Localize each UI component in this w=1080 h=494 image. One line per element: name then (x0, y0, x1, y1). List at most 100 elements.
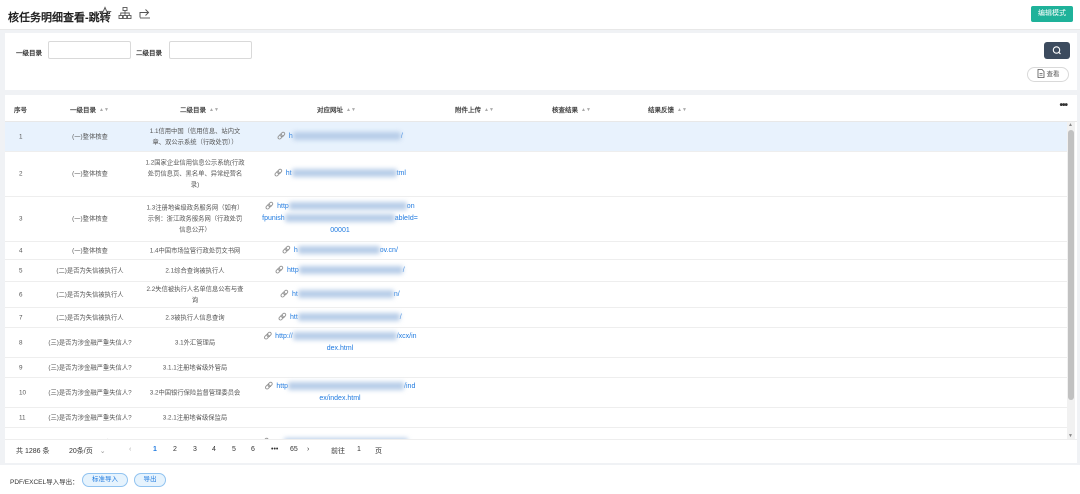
row-url-link[interactable]: 🔗 http on fpunish ableId= 00001 (260, 201, 420, 237)
scroll-up-icon[interactable]: ▲ (1068, 122, 1073, 128)
table-row[interactable]: 4 (一)整体核查 1.4中国市场监管行政处罚文书网 🔗 h ov.cn/ (5, 242, 1067, 260)
table-row[interactable]: 11 (三)是否为涉金融严重失信人? 3.2.1注册地省级保监局 (5, 408, 1067, 428)
url-fragment: http:// (275, 332, 293, 340)
sort-icon[interactable]: ▲▼ (99, 107, 109, 113)
col-attachment[interactable]: 附件上传 ▲▼ (455, 104, 494, 114)
row-url-link[interactable]: 🔗 http / (260, 265, 420, 277)
col-url-label: 对应网址 (317, 107, 343, 114)
sitemap-icon[interactable] (118, 6, 132, 20)
row-level2: 3.1.1注册地省级外管局 (162, 364, 228, 371)
star-icon[interactable] (98, 6, 112, 20)
row-url-link[interactable]: 🔗 h / (260, 131, 420, 143)
table-row[interactable]: 7 (二)是否为失信被执行人 2.3被执行人信息查询 🔗 htt / (5, 308, 1067, 328)
url-fragment: http (277, 203, 289, 210)
row-level1: (二)是否为失信被执行人 (56, 291, 124, 298)
table-row[interactable]: 6 (二)是否为失信被执行人 2.2失信被执行人名单信息公布与查询 🔗 ht n/ (5, 282, 1067, 308)
url-fragment: dex.html (326, 344, 354, 352)
goto-input[interactable]: 1 (357, 446, 361, 453)
pagination: 共 1286 条 20条/页 ⌄ ‹ 1 2 3 4 5 6 ••• 65 › 前往 1 页 (5, 439, 1077, 461)
page-ellipsis[interactable]: ••• (271, 446, 278, 453)
scroll-thumb[interactable] (1068, 130, 1074, 400)
row-level1: (一)整体核查 (72, 133, 108, 140)
row-level1: (二)是否为失信被执行人 (56, 314, 124, 321)
row-url-link[interactable]: 🔗 http:// /xcx/in dex.html (260, 331, 420, 355)
table-scrollbar[interactable]: ▲ ▼ (1067, 122, 1075, 439)
sort-icon[interactable]: ▲▼ (346, 107, 356, 113)
table-row[interactable]: 5 (二)是否为失信被执行人 2.1综合查询被执行人 🔗 http / (5, 260, 1067, 282)
redacted-url (298, 265, 403, 274)
row-level2: 1.3注册地省级政务服务网（如有）示例：浙江政务服务网（行政处罚信息公开） (146, 204, 244, 234)
table-header: 序号 一级目录 ▲▼ 二级目录 ▲▼ 对应网址 ▲▼ 附件上传 ▲▼ 核查结果 ▲▼ 结果… (5, 95, 1077, 122)
redacted-url (297, 245, 380, 254)
row-level2: 2.2失信被执行人名单信息公布与查询 (146, 285, 244, 304)
col-level1[interactable]: 一级目录 ▲▼ (70, 104, 109, 114)
share-icon[interactable] (138, 6, 152, 20)
search-button[interactable] (1044, 42, 1070, 59)
link-icon: 🔗 (264, 382, 274, 390)
link-icon: 🔗 (280, 290, 290, 298)
edit-mode-button[interactable]: 编辑模式 (1031, 6, 1073, 22)
row-url-link[interactable]: 🔗 htt / (260, 312, 420, 324)
level1-input[interactable] (48, 41, 131, 59)
row-level1: (一)整体核查 (72, 170, 108, 178)
redacted-url (291, 169, 397, 178)
link-icon: 🔗 (263, 332, 273, 340)
row-level2: 2.1综合查询被执行人 (165, 267, 225, 274)
page-number[interactable]: 5 (232, 446, 236, 453)
row-url-link[interactable]: 🔗 ht n/ (260, 289, 420, 301)
table-row[interactable]: 2 (一)整体核查 1.2国家企业信用信息公示系统(行政处罚信息页、黑名单、异常经营… (5, 152, 1067, 197)
col-feedback-label: 结果反馈 (648, 107, 674, 114)
redacted-url (288, 202, 407, 211)
prev-page-icon[interactable]: ‹ (129, 446, 131, 453)
col-check-result[interactable]: 核查结果 ▲▼ (552, 104, 591, 114)
url-fragment: htt (289, 313, 298, 321)
page-number[interactable]: 3 (193, 446, 197, 453)
table-row[interactable]: 10 (三)是否为涉金融严重失信人? 3.2中国银行保险监督管理委员会 🔗 http/i… (5, 378, 1067, 408)
page-size-value: 20条/页 (69, 448, 93, 455)
row-index: 3 (19, 215, 23, 223)
row-url-link[interactable]: 🔗 h ov.cn/ (260, 245, 420, 257)
table-row[interactable]: 3 (一)整体核查 1.3注册地省级政务服务网（如有）示例：浙江政务服务网（行政处罚… (5, 197, 1067, 242)
row-level2: 1.1信用中国（信用信息、站内文章、双公示系统（行政处罚）） (149, 127, 241, 146)
table-row[interactable]: 1 (一)整体核查 1.1信用中国（信用信息、站内文章、双公示系统（行政处罚）） 🔗 h… (5, 122, 1067, 152)
next-page-icon[interactable]: › (307, 446, 309, 453)
level1-label: 一级目录 (16, 50, 42, 57)
page-number[interactable]: 1 (153, 446, 157, 453)
row-url-link[interactable]: 🔗 http/ind ex/index.html (260, 381, 420, 405)
link-icon: 🔗 (274, 170, 283, 177)
redacted-url (292, 331, 397, 340)
col-url[interactable]: 对应网址 ▲▼ (317, 104, 356, 114)
col-feedback[interactable]: 结果反馈 ▲▼ (648, 104, 687, 114)
sort-icon[interactable]: ▲▼ (484, 107, 494, 113)
page-number[interactable]: 2 (173, 446, 177, 453)
sort-icon[interactable]: ▲▼ (677, 107, 687, 113)
table-row[interactable]: 9 (三)是否为涉金融严重失信人? 3.1.1注册地省级外管局 (5, 358, 1067, 378)
url-fragment: ov.cn/ (379, 246, 398, 254)
page-number[interactable]: 65 (290, 446, 298, 453)
row-level2: 1.2国家企业信用信息公示系统(行政处罚信息页、黑名单、异常经营名录) (145, 159, 245, 189)
col-level2[interactable]: 二级目录 ▲▼ (180, 104, 219, 114)
page-size-select[interactable]: 20条/页 ⌄ (69, 446, 106, 456)
title-icons (98, 6, 152, 20)
table-row[interactable]: 12(三)是否为涉金融严重失信人?3.3人民银行🔗httpai/1 (5, 428, 1067, 439)
row-index: 5 (19, 267, 23, 274)
page-number[interactable]: 4 (212, 446, 216, 453)
redacted-url (297, 312, 400, 321)
table-row[interactable]: 8 (三)是否为涉金融严重失信人? 3.1外汇管理局 🔗 http:// /xcx/in d… (5, 328, 1067, 358)
url-fragment: on (406, 203, 415, 210)
url-fragment: /ind (404, 382, 416, 390)
view-button[interactable]: 查看 (1027, 67, 1069, 82)
row-url-link[interactable]: 🔗 ht tml (260, 168, 420, 180)
sort-icon[interactable]: ▲▼ (209, 107, 219, 113)
more-icon[interactable]: ••• (1059, 100, 1067, 111)
row-level1: (三)是否为涉金融严重失信人? (48, 389, 132, 396)
view-button-label: 查看 (1046, 71, 1060, 78)
export-button[interactable]: 导出 (134, 473, 166, 487)
sort-icon[interactable]: ▲▼ (581, 107, 591, 113)
standard-import-button[interactable]: 标准导入 (82, 473, 128, 487)
page-number[interactable]: 6 (251, 446, 255, 453)
table-body: 1 (一)整体核查 1.1信用中国（信用信息、站内文章、双公示系统（行政处罚）） 🔗 h… (5, 122, 1067, 439)
level2-input[interactable] (169, 41, 252, 59)
import-export-bar: PDF/EXCEL导入导出： 标准导入 导出 (0, 465, 1080, 494)
top-bar: 核任务明细查看-跳转 编辑模式 (0, 0, 1080, 30)
